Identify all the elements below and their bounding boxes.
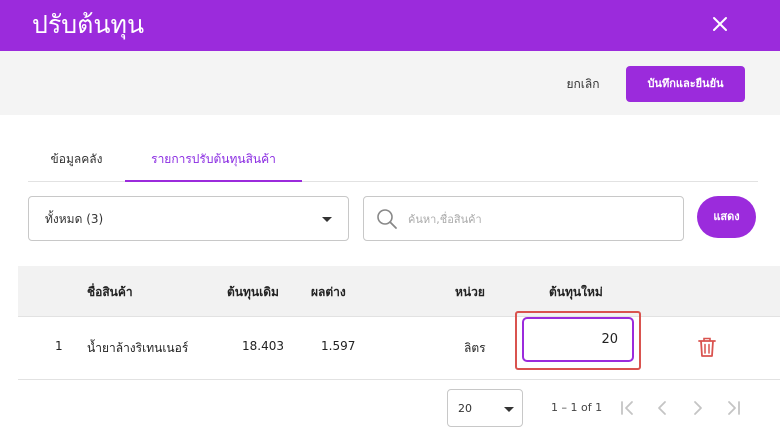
column-header-new-cost: ต้นทุนใหม่ <box>549 285 603 299</box>
show-button[interactable]: แสดง <box>697 196 756 238</box>
prev-page-icon[interactable] <box>652 398 672 418</box>
diff-value: 1.597 <box>321 339 356 353</box>
close-icon[interactable] <box>708 12 732 36</box>
column-header-old-cost: ต้นทุนเดิม <box>227 285 279 299</box>
table-row: 1 น้ำยาล้างริเทนเนอร์ 18.403 1.597 ลิตร <box>18 311 780 380</box>
new-cost-input[interactable] <box>522 317 634 362</box>
filter-select[interactable]: ทั้งหมด (3) <box>28 196 349 241</box>
rows-per-page-value: 20 <box>458 402 472 415</box>
old-cost-value: 18.403 <box>242 339 284 353</box>
search-icon <box>377 209 397 229</box>
row-number: 1 <box>55 339 63 353</box>
action-bar: ยกเลิก บันทึกและยืนยัน <box>0 51 780 115</box>
save-confirm-button[interactable]: บันทึกและยืนยัน <box>626 66 745 102</box>
dialog-header: ปรับต้นทุน <box>0 0 780 51</box>
next-page-icon[interactable] <box>688 398 708 418</box>
tab-bar: ข้อมูลคลัง รายการปรับต้นทุนสินค้า <box>28 140 758 182</box>
pagination-range: 1 – 1 of 1 <box>551 401 603 414</box>
new-cost-highlight <box>515 311 641 370</box>
chevron-down-icon <box>322 217 332 222</box>
unit-value: ลิตร <box>464 341 486 355</box>
search-field[interactable] <box>363 196 684 241</box>
column-header-diff: ผลต่าง <box>311 285 346 299</box>
cancel-button[interactable]: ยกเลิก <box>552 71 614 97</box>
product-name: น้ำยาล้างริเทนเนอร์ <box>87 341 189 355</box>
column-header-unit: หน่วย <box>455 285 485 299</box>
rows-per-page-select[interactable]: 20 <box>447 389 523 427</box>
tab-cost-adjustment-list[interactable]: รายการปรับต้นทุนสินค้า <box>125 140 302 182</box>
last-page-icon[interactable] <box>724 398 744 418</box>
column-header-name: ชื่อสินค้า <box>87 285 133 299</box>
first-page-icon[interactable] <box>617 398 637 418</box>
search-input[interactable] <box>408 207 668 231</box>
trash-icon[interactable] <box>697 336 717 358</box>
filter-select-value: ทั้งหมด (3) <box>45 212 104 226</box>
chevron-down-icon <box>504 407 514 412</box>
dialog-title: ปรับต้นทุน <box>32 10 145 39</box>
tab-inventory-info[interactable]: ข้อมูลคลัง <box>28 140 125 182</box>
table-header: ชื่อสินค้า ต้นทุนเดิม ผลต่าง หน่วย ต้นทุ… <box>18 266 780 317</box>
